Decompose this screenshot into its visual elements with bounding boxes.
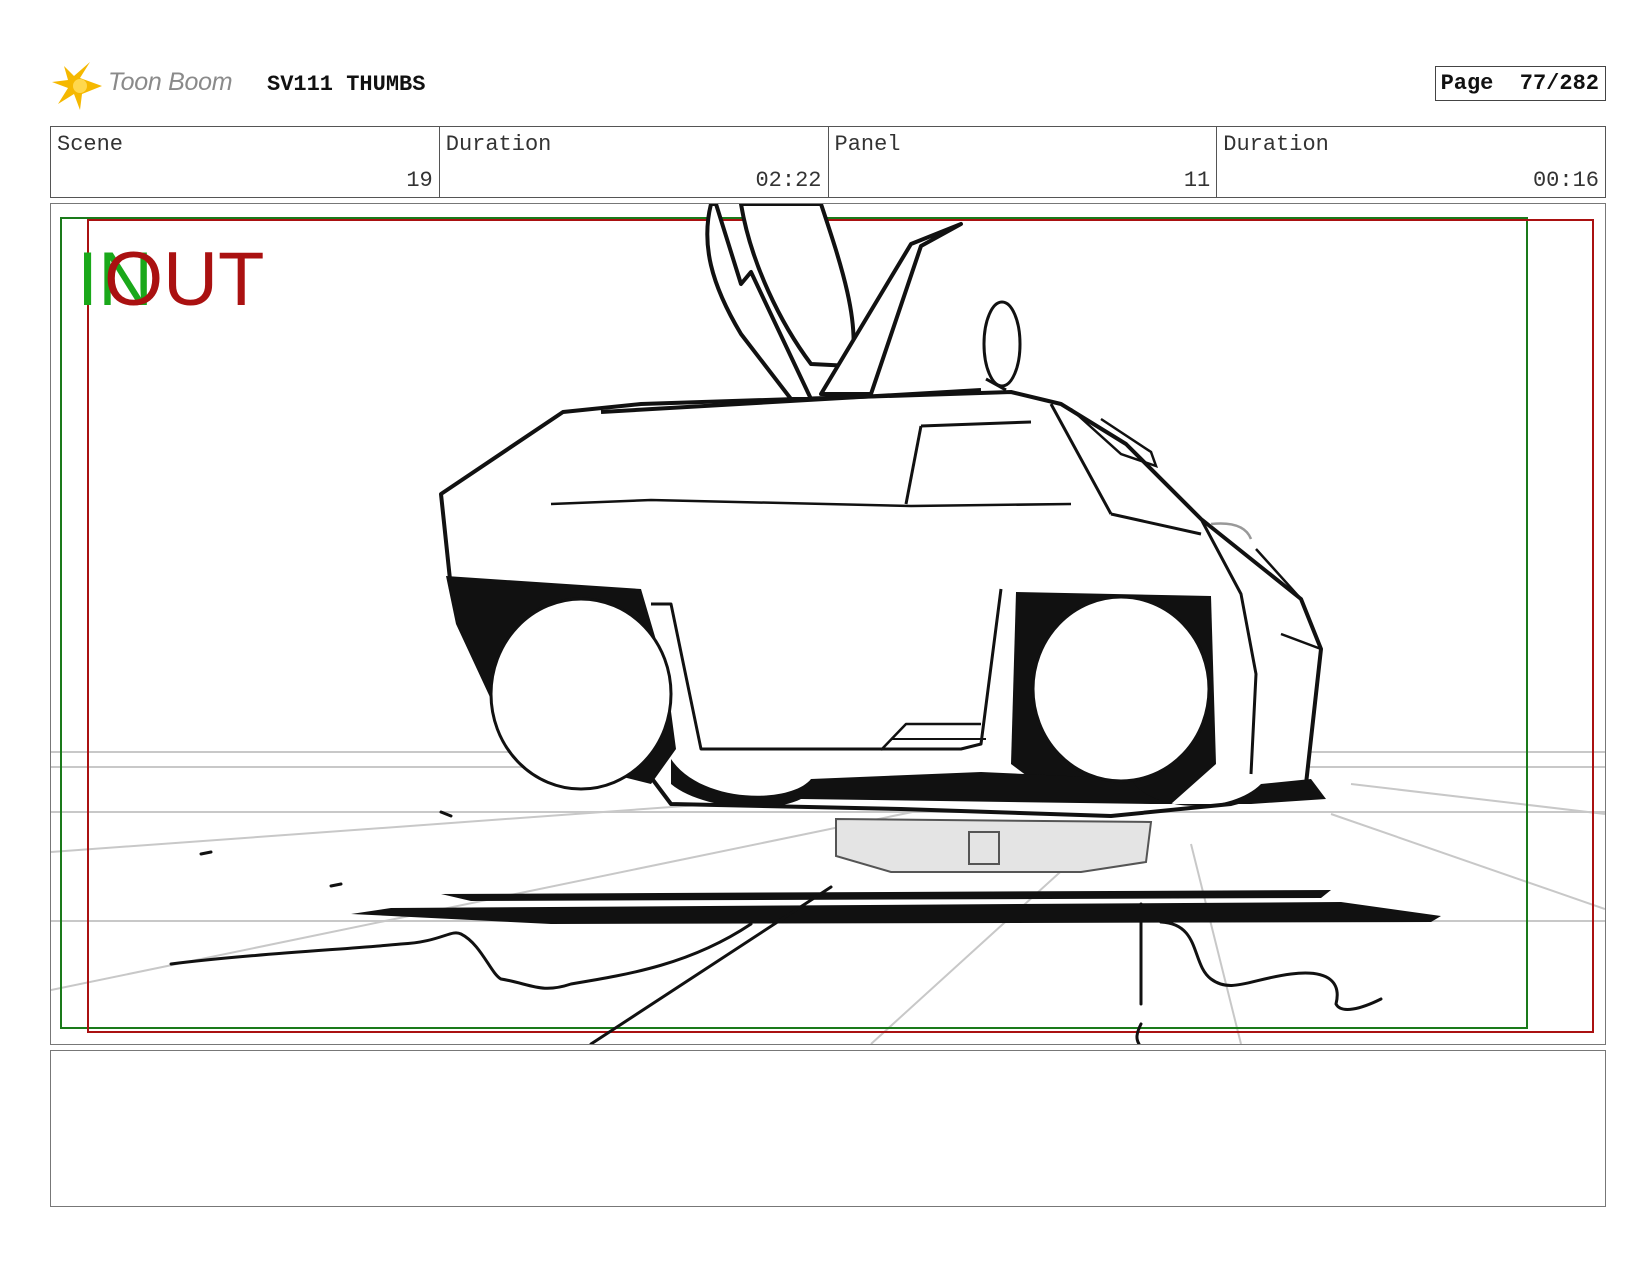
panel-label: Panel: [834, 132, 901, 157]
panel-duration-cell: Duration 00:16: [1217, 127, 1605, 197]
panel-duration-value: 00:16: [1532, 168, 1599, 193]
toon-boom-logo: Toon Boom: [50, 58, 250, 114]
logo-text: Toon Boom: [108, 68, 233, 96]
open-doors: [705, 204, 963, 401]
ground-shadow: [351, 890, 1441, 924]
scene-info-table: Scene 19 Duration 02:22 Panel 11 Duratio…: [50, 126, 1606, 198]
page-value: 77/282: [1519, 71, 1599, 96]
scene-label: Scene: [57, 132, 124, 157]
scene-value: 19: [406, 168, 433, 193]
page-counter: Page 77/282: [1434, 66, 1606, 101]
panel-notes-box[interactable]: [50, 1050, 1606, 1207]
rear-wheel: [489, 597, 673, 791]
car-sketch: [51, 204, 1605, 1044]
roof-light: [982, 300, 1022, 392]
scene-duration-label: Duration: [445, 132, 552, 157]
star-burst-icon: [52, 62, 102, 110]
page-label: Page: [1440, 71, 1494, 96]
storyboard-panel[interactable]: IN OUT: [50, 203, 1606, 1045]
panel-cell: Panel 11: [829, 127, 1218, 197]
project-title: SV111 THUMBS: [267, 72, 426, 97]
page-header: Toon Boom SV111 THUMBS Page 77/282: [50, 58, 1606, 114]
panel-value: 11: [1183, 168, 1211, 193]
scene-duration-cell: Duration 02:22: [440, 127, 829, 197]
panel-duration-label: Duration: [1223, 132, 1329, 157]
front-wheel: [1031, 595, 1211, 783]
car-underside: [835, 817, 1153, 873]
scene-duration-value: 02:22: [755, 168, 822, 193]
scene-cell: Scene 19: [51, 127, 440, 197]
out-marker: OUT: [104, 237, 265, 322]
